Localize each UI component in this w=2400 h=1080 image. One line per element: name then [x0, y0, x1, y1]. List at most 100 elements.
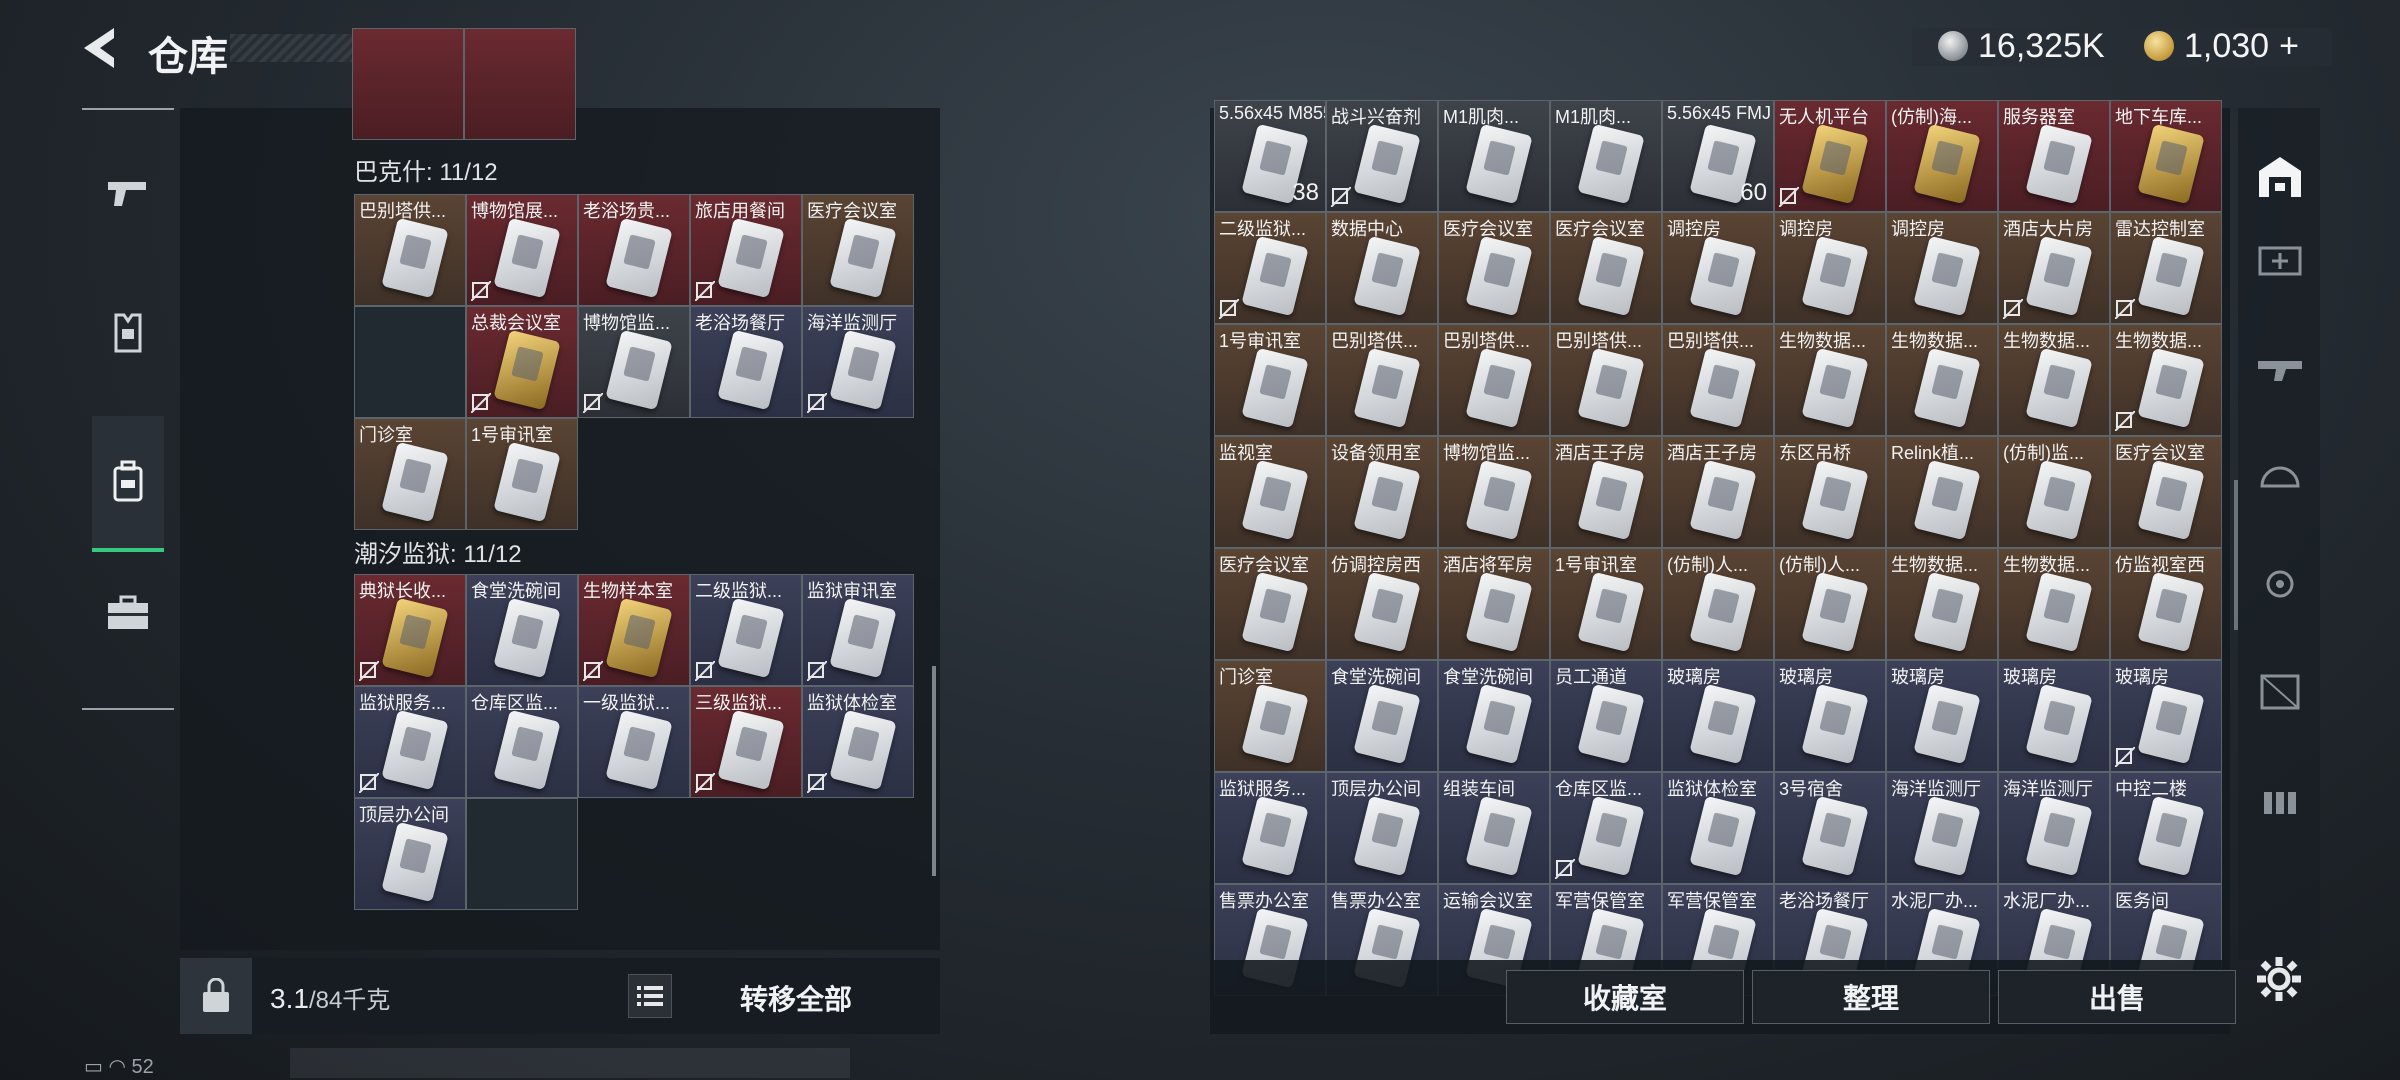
keycard-item[interactable]: 数据中心	[1326, 212, 1438, 324]
ammo-filter-tab[interactable]	[2252, 772, 2308, 828]
keycard-item[interactable]: 三级监狱...	[690, 686, 802, 798]
keycard-case-panel[interactable]: 巴克什: 11/12 潮汐监狱: 11/12 巴别塔供... 博物馆展... 老浴场…	[180, 28, 940, 950]
attachment-filter-tab[interactable]	[2252, 556, 2308, 612]
keycard-item[interactable]: 生物数据...	[1774, 324, 1886, 436]
back-arrow-icon[interactable]	[78, 26, 128, 70]
keycard-item[interactable]: 医疗会议室	[802, 194, 914, 306]
keycard-item[interactable]	[352, 28, 464, 140]
keycard-item[interactable]: 监狱审讯室	[802, 574, 914, 686]
add-gold-button[interactable]: +	[2279, 27, 2299, 66]
keycard-item[interactable]: 仓库区监...	[466, 686, 578, 798]
keycard-item[interactable]: 仓库区监...	[1550, 772, 1662, 884]
keycard-item[interactable]: 监狱体检室	[802, 686, 914, 798]
keycard-item[interactable]: 组装车间	[1438, 772, 1550, 884]
keycard-item[interactable]: 监视室	[1214, 436, 1326, 548]
left-scrollbar[interactable]	[932, 666, 936, 876]
keycard-item[interactable]: 顶层办公间	[1326, 772, 1438, 884]
keycard-item[interactable]: 玻璃房	[2110, 660, 2222, 772]
keycard-item[interactable]: 巴别塔供...	[1326, 324, 1438, 436]
keycard-item[interactable]: 5.56x45 M855 38	[1214, 100, 1326, 212]
keycard-item[interactable]: 生物数据...	[1998, 324, 2110, 436]
keycard-item[interactable]: 玻璃房	[1774, 660, 1886, 772]
keycard-item[interactable]: 食堂洗碗间	[1326, 660, 1438, 772]
keycard-item[interactable]: 博物馆监...	[1438, 436, 1550, 548]
material-filter-tab[interactable]	[2252, 664, 2308, 720]
keycard-item[interactable]: 海洋监测厅	[802, 306, 914, 418]
keycard-item[interactable]: 海洋监测厅	[1998, 772, 2110, 884]
keycard-item[interactable]: 东区吊桥	[1774, 436, 1886, 548]
keycard-item[interactable]: (仿制)人...	[1774, 548, 1886, 660]
keycard-item[interactable]: M1肌肉...	[1438, 100, 1550, 212]
keycard-item[interactable]: 巴别塔供...	[1662, 324, 1774, 436]
gear-filter-tab[interactable]	[2252, 446, 2308, 502]
keycard-item[interactable]: 老浴场餐厅	[690, 306, 802, 418]
keycard-item[interactable]: 监狱服务...	[354, 686, 466, 798]
keycard-item[interactable]: 医疗会议室	[1438, 212, 1550, 324]
keycard-item[interactable]: 食堂洗碗间	[1438, 660, 1550, 772]
keycard-item[interactable]: 5.56x45 FMJ 60	[1662, 100, 1774, 212]
keycard-item[interactable]: (仿制)海...	[1886, 100, 1998, 212]
gold-currency[interactable]: 1,030 +	[2144, 24, 2299, 68]
keycard-item[interactable]: 中控二楼	[2110, 772, 2222, 884]
keycard-item[interactable]: M1肌肉...	[1550, 100, 1662, 212]
keycard-item[interactable]: 博物馆监...	[578, 306, 690, 418]
keycard-item[interactable]: 二级监狱...	[690, 574, 802, 686]
keycard-item[interactable]: 员工通道	[1550, 660, 1662, 772]
keycard-item[interactable]: 3号宿舍	[1774, 772, 1886, 884]
keycard-item[interactable]: 1号审讯室	[1550, 548, 1662, 660]
keycard-item[interactable]: 医疗会议室	[2110, 436, 2222, 548]
keycard-item[interactable]: 门诊室	[1214, 660, 1326, 772]
keycard-item[interactable]: (仿制)监...	[1998, 436, 2110, 548]
keycard-item[interactable]: 旅店用餐间	[690, 194, 802, 306]
keycard-item[interactable]: 地下车库...	[2110, 100, 2222, 212]
warehouse-grid[interactable]: 5.56x45 M855 38 战斗兴奋剂 M1肌肉... M1肌肉... 5.56x45…	[1210, 100, 2230, 996]
keycard-item[interactable]: 调控房	[1886, 212, 1998, 324]
case-tab[interactable]	[94, 570, 162, 656]
keycard-item[interactable]: 巴别塔供...	[1438, 324, 1550, 436]
warehouse-all-tab[interactable]	[2252, 148, 2308, 204]
empty-slot[interactable]	[354, 306, 466, 418]
keycard-item[interactable]: 生物数据...	[2110, 324, 2222, 436]
keycard-item[interactable]	[464, 28, 576, 140]
weapon-filter-tab[interactable]	[2252, 340, 2308, 396]
sell-button[interactable]: 出售	[1998, 970, 2236, 1024]
keycard-item[interactable]: 监狱服务...	[1214, 772, 1326, 884]
keycard-item[interactable]: 酒店大片房	[1998, 212, 2110, 324]
keycard-item[interactable]: 调控房	[1662, 212, 1774, 324]
keycard-item[interactable]: 仿监视室西	[2110, 548, 2222, 660]
keycard-item[interactable]: 一级监狱...	[578, 686, 690, 798]
keycard-item[interactable]: 玻璃房	[1886, 660, 1998, 772]
keycard-item[interactable]: 玻璃房	[1998, 660, 2110, 772]
keycard-item[interactable]: 老浴场贵...	[578, 194, 690, 306]
settings-gear-icon[interactable]	[2254, 954, 2304, 1004]
keycard-item[interactable]: 巴别塔供...	[1550, 324, 1662, 436]
weapon-tab[interactable]	[94, 150, 162, 236]
keycard-item[interactable]: (仿制)人...	[1662, 548, 1774, 660]
keycard-item[interactable]: 酒店将军房	[1438, 548, 1550, 660]
keycard-item[interactable]: 顶层办公间	[354, 798, 466, 910]
medical-filter-tab[interactable]	[2252, 230, 2308, 286]
keycard-item[interactable]: 博物馆展...	[466, 194, 578, 306]
keycard-item[interactable]: 食堂洗碗间	[466, 574, 578, 686]
keycard-item[interactable]: 二级监狱...	[1214, 212, 1326, 324]
keycard-item[interactable]: 生物数据...	[1886, 548, 1998, 660]
keycard-item[interactable]: 无人机平台	[1774, 100, 1886, 212]
keycard-item[interactable]: 战斗兴奋剂	[1326, 100, 1438, 212]
keycard-item[interactable]: 调控房	[1774, 212, 1886, 324]
keycard-item[interactable]: 监狱体检室	[1662, 772, 1774, 884]
keycard-item[interactable]: 生物样本室	[578, 574, 690, 686]
keycard-item[interactable]: Relink植...	[1886, 436, 1998, 548]
list-view-button[interactable]	[628, 974, 672, 1018]
armor-tab[interactable]	[94, 290, 162, 376]
keycard-item[interactable]: 生物数据...	[1998, 548, 2110, 660]
keycard-item[interactable]: 玻璃房	[1662, 660, 1774, 772]
sort-button[interactable]: 整理	[1752, 970, 1990, 1024]
keycard-item[interactable]: 设备领用室	[1326, 436, 1438, 548]
keycard-item[interactable]: 服务器室	[1998, 100, 2110, 212]
keycard-item[interactable]: 门诊室	[354, 418, 466, 530]
empty-slot[interactable]	[466, 798, 578, 910]
keycard-item[interactable]: 生物数据...	[1886, 324, 1998, 436]
keycard-item[interactable]: 医疗会议室	[1550, 212, 1662, 324]
keycard-item[interactable]: 典狱长收...	[354, 574, 466, 686]
keycard-item[interactable]: 巴别塔供...	[354, 194, 466, 306]
